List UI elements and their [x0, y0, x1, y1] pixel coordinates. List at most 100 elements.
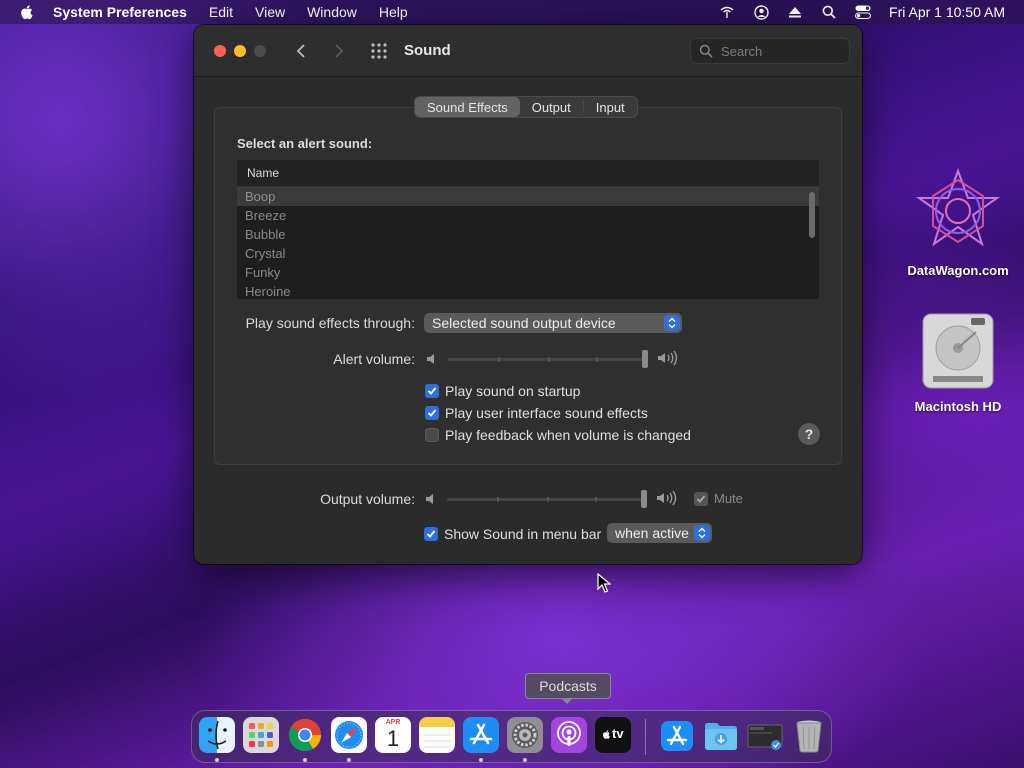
select-stepper-icon	[694, 525, 710, 541]
dock-trash[interactable]	[791, 717, 827, 753]
dock-calendar[interactable]: APR 1	[375, 717, 411, 753]
notes-icon	[419, 717, 455, 753]
menu-help[interactable]: Help	[379, 4, 408, 20]
safari-icon	[331, 717, 367, 753]
volume-feedback-checkbox-row[interactable]: Play feedback when volume is changed	[425, 427, 691, 443]
apple-icon[interactable]	[18, 3, 36, 21]
startup-sound-checkbox-row[interactable]: Play sound on startup	[425, 383, 580, 399]
speaker-low-icon	[427, 354, 434, 364]
dock-separator	[645, 719, 646, 755]
alert-volume-slider[interactable]	[448, 349, 648, 369]
dock-app-store-download[interactable]	[659, 717, 695, 753]
speaker-low-icon	[426, 494, 433, 504]
calendar-month: APR	[385, 719, 401, 726]
tab-sound-effects[interactable]: Sound Effects	[415, 97, 520, 117]
output-volume-slider[interactable]	[447, 489, 647, 509]
sound-effects-panel: Select an alert sound: Name Boop Breeze …	[214, 107, 842, 465]
zoom-window-button[interactable]	[254, 45, 266, 57]
dock-notes[interactable]	[419, 717, 455, 753]
startup-sound-checkbox[interactable]	[425, 384, 439, 398]
checkmark-icon	[427, 409, 437, 417]
list-item[interactable]: Heroine	[237, 282, 819, 299]
ui-sound-effects-checkbox-row[interactable]: Play user interface sound effects	[425, 405, 648, 421]
running-indicator	[479, 758, 483, 762]
desktop-icon-datawagon[interactable]: DataWagon.com	[900, 168, 1016, 278]
menu-window[interactable]: Window	[307, 4, 357, 20]
show-in-menubar-checkbox-row[interactable]: Show Sound in menu bar	[424, 526, 601, 542]
chrome-icon	[288, 718, 322, 752]
ui-sound-effects-checkbox[interactable]	[425, 406, 439, 420]
mute-checkbox-row[interactable]: Mute	[694, 491, 743, 506]
chevron-right-icon	[335, 44, 344, 58]
desktop-icon-macintosh-hd[interactable]: Macintosh HD	[900, 312, 1016, 414]
dock-system-preferences[interactable]	[507, 717, 543, 753]
dock-recent-screenshot[interactable]	[747, 717, 783, 753]
speaker-high-icon	[657, 490, 677, 506]
menubar-clock[interactable]: Fri Apr 1 10:50 AM	[889, 4, 1005, 20]
datawagon-logo-icon	[915, 168, 1001, 247]
slider-tick	[595, 497, 597, 502]
tab-input[interactable]: Input	[584, 97, 637, 117]
list-column-header[interactable]: Name	[237, 160, 819, 187]
minimize-window-button[interactable]	[234, 45, 246, 57]
dock-finder[interactable]	[199, 717, 235, 753]
show-in-menubar-checkbox[interactable]	[424, 527, 438, 541]
list-item[interactable]: Funky	[237, 263, 819, 282]
tab-bar: Sound Effects Output Input	[414, 96, 638, 118]
airdrop-icon[interactable]	[719, 4, 735, 20]
slider-tick	[547, 497, 549, 502]
list-item[interactable]: Boop	[237, 187, 819, 206]
dock-launchpad[interactable]	[243, 717, 279, 753]
dock-app-store[interactable]	[463, 717, 499, 753]
menubar-visibility-value: when active	[615, 525, 689, 541]
window-title: Sound	[404, 42, 451, 59]
menubar-visibility-select[interactable]: when active	[607, 523, 712, 543]
mouse-cursor-icon	[597, 573, 611, 593]
show-all-grid-icon[interactable]	[370, 42, 388, 60]
search-input[interactable]	[721, 43, 841, 59]
volume-feedback-checkbox[interactable]	[425, 428, 439, 442]
user-account-icon[interactable]	[753, 4, 769, 20]
checkmark-icon	[696, 494, 706, 503]
spotlight-search-icon[interactable]	[821, 4, 837, 20]
slider-thumb[interactable]	[642, 350, 648, 368]
checkbox-label: Play sound on startup	[445, 383, 581, 399]
dock-downloads-folder[interactable]	[703, 717, 739, 753]
eject-icon[interactable]	[787, 4, 803, 20]
close-window-button[interactable]	[214, 45, 226, 57]
checkbox-label: Show Sound in menu bar	[444, 526, 602, 542]
apple-tv-label: tv	[612, 726, 624, 741]
select-stepper-icon	[664, 315, 680, 331]
launchpad-icon	[243, 717, 279, 753]
search-field[interactable]	[690, 38, 850, 64]
menu-edit[interactable]: Edit	[209, 4, 233, 20]
list-item[interactable]: Breeze	[237, 206, 819, 225]
menu-view[interactable]: View	[255, 4, 285, 20]
menu-bar: System Preferences Edit View Window Help…	[0, 0, 1024, 24]
dock-podcasts[interactable]	[551, 717, 587, 753]
menu-app-name[interactable]: System Preferences	[53, 4, 187, 20]
screenshot-thumbnail-icon	[747, 724, 783, 750]
play-through-value: Selected sound output device	[432, 315, 616, 331]
help-button[interactable]: ?	[798, 423, 820, 445]
dock-tooltip: Podcasts	[525, 673, 611, 699]
dock-apple-tv[interactable]: tv	[595, 717, 631, 753]
play-through-label: Play sound effects through:	[245, 315, 415, 331]
list-item[interactable]: Bubble	[237, 225, 819, 244]
play-through-select[interactable]: Selected sound output device	[424, 313, 682, 333]
dock-chrome[interactable]	[287, 717, 323, 753]
dock-safari[interactable]	[331, 717, 367, 753]
list-item[interactable]: Crystal	[237, 244, 819, 263]
control-center-icon[interactable]	[855, 4, 872, 20]
mute-checkbox[interactable]	[694, 491, 708, 506]
forward-button[interactable]	[329, 40, 349, 62]
hard-drive-icon	[922, 313, 994, 389]
title-bar: Sound	[194, 25, 862, 77]
calendar-day: 1	[386, 726, 400, 751]
alert-sound-list[interactable]: Name Boop Breeze Bubble Crystal Funky He…	[237, 160, 819, 299]
output-volume-label: Output volume:	[320, 491, 415, 507]
slider-thumb[interactable]	[641, 490, 647, 508]
back-button[interactable]	[291, 40, 311, 62]
tab-output[interactable]: Output	[520, 97, 583, 117]
list-scrollbar[interactable]	[809, 192, 815, 238]
